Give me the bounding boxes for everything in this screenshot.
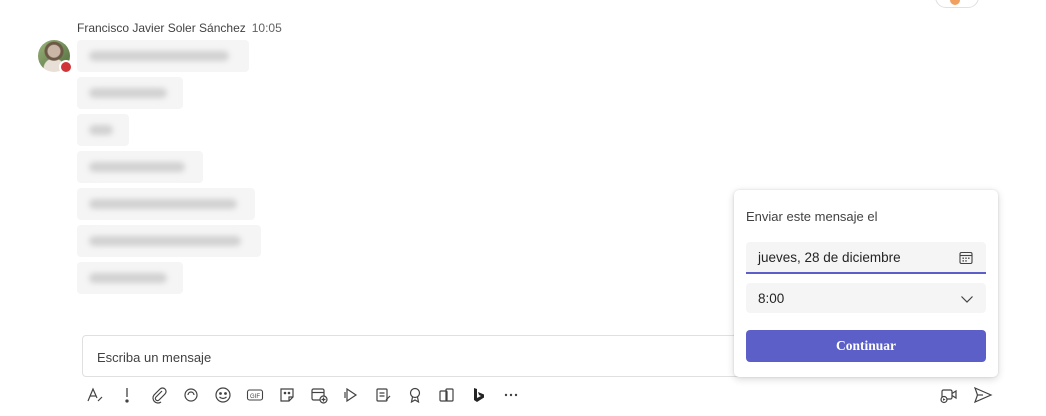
attach-icon[interactable] [148,384,170,406]
message-bubble[interactable] [77,114,129,146]
date-picker-field[interactable]: jueves, 28 de diciembre [746,242,986,274]
message-header: Francisco Javier Soler Sánchez 10:05 [77,21,282,35]
sticker-icon[interactable] [276,384,298,406]
gif-icon[interactable]: GIF [244,384,266,406]
date-value: jueves, 28 de diciembre [758,250,901,265]
message-bubble[interactable] [77,77,183,109]
compose-right-tools [938,384,1006,406]
reaction-bubble[interactable] [935,0,979,8]
time-value: 8:00 [758,291,785,306]
time-select[interactable]: 8:00 [746,283,986,313]
approvals-icon[interactable] [436,384,458,406]
forms-icon[interactable] [372,384,394,406]
message-bubble[interactable] [77,40,249,72]
message-time: 10:05 [251,21,282,35]
more-icon[interactable] [500,384,522,406]
message-bubble[interactable] [77,225,261,257]
message-bubble[interactable] [77,188,255,220]
message-input[interactable] [95,346,699,368]
send-icon[interactable] [972,384,994,406]
reaction-emoji-icon [950,0,960,5]
schedule-send-popup: Enviar este mensaje el jueves, 28 de dic… [734,190,998,377]
schedule-meeting-icon[interactable] [308,384,330,406]
praise-icon[interactable] [404,384,426,406]
message-bubble[interactable] [77,151,203,183]
sender-name: Francisco Javier Soler Sánchez [77,21,246,35]
emoji-icon[interactable] [212,384,234,406]
calendar-icon[interactable] [958,250,974,271]
blurred-text [89,51,229,61]
compose-box[interactable] [82,335,782,377]
avatar[interactable] [38,40,73,74]
blurred-text [89,88,167,98]
blurred-text [89,199,237,209]
blurred-text [89,125,113,135]
important-icon[interactable] [116,384,138,406]
chevron-down-icon [960,292,974,310]
stream-icon[interactable] [340,384,362,406]
blurred-text [89,273,167,283]
compose-toolbar: GIF [84,383,532,407]
blurred-text [89,162,185,172]
video-clip-icon[interactable] [938,384,960,406]
message-bubble[interactable] [77,262,183,294]
bing-icon[interactable] [468,384,490,406]
popup-title: Enviar este mensaje el [746,209,878,224]
presence-busy-icon [59,60,73,74]
loop-icon[interactable] [180,384,202,406]
format-icon[interactable] [84,384,106,406]
svg-text:GIF: GIF [250,394,260,400]
continue-button[interactable]: Continuar [746,330,986,362]
blurred-text [89,236,241,246]
